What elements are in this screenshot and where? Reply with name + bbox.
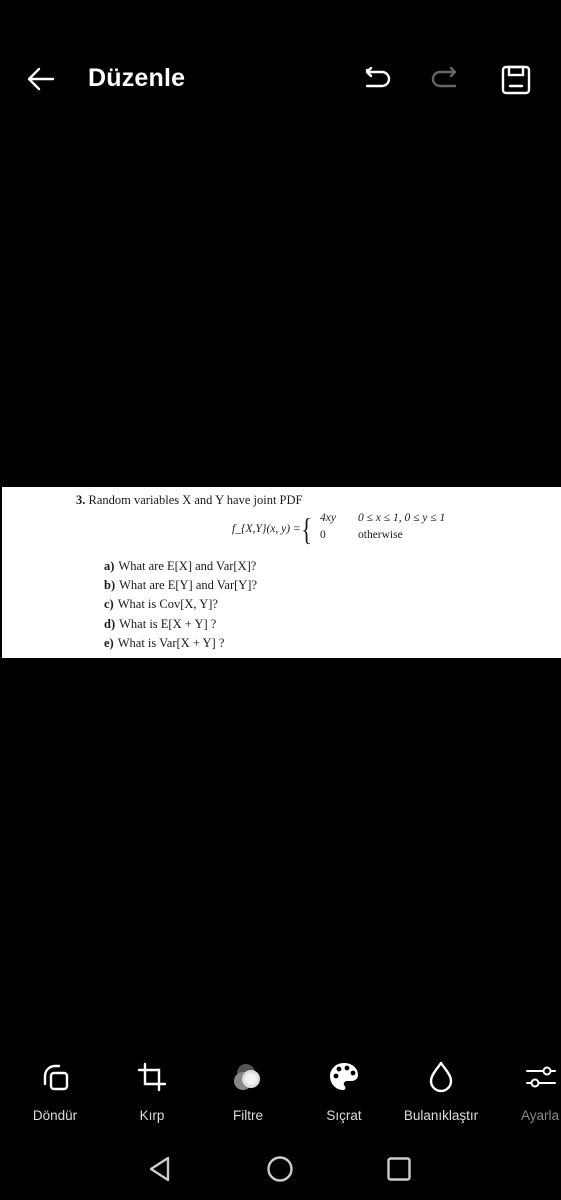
tool-rotate[interactable]: Döndür [25, 1060, 85, 1123]
question-list: a) What are E[X] and Var[X]? b) What are E… [104, 559, 257, 655]
save-button[interactable] [500, 64, 532, 96]
formula-lhs: f_{X,Y}(x, y) = [232, 523, 301, 535]
nav-home-button[interactable] [263, 1152, 297, 1186]
tool-label: Sıçrat [326, 1108, 362, 1123]
question-item: b) What are E[Y] and Var[Y]? [104, 578, 257, 597]
nav-recents-icon [387, 1157, 411, 1181]
tool-label: Filtre [233, 1108, 263, 1123]
adjust-sliders-icon [526, 1066, 556, 1088]
case2-value: 0 [320, 529, 326, 541]
problem-heading: 3. Random variables X and Y have joint P… [76, 493, 302, 508]
top-app-bar: Düzenle [0, 50, 561, 110]
save-icon [501, 65, 531, 95]
nav-home-icon [267, 1156, 293, 1182]
case1-value: 4xy [320, 512, 336, 524]
tool-label: Ayarla [520, 1108, 560, 1123]
question-item: a) What are E[X] and Var[X]? [104, 559, 257, 578]
problem-number: 3. [76, 493, 86, 507]
nav-back-icon [149, 1156, 170, 1182]
tool-adjust[interactable]: Ayarla [510, 1060, 561, 1123]
back-button[interactable] [26, 64, 56, 94]
case1-condition: 0 ≤ x ≤ 1, 0 ≤ y ≤ 1 [358, 512, 446, 524]
question-text: What is Cov[X, Y]? [117, 597, 218, 612]
tool-splash[interactable]: Sıçrat [314, 1060, 374, 1123]
formula-brace: { [301, 511, 313, 547]
question-label: e) [104, 635, 114, 650]
problem-intro: Random variables X and Y have joint PDF [88, 493, 303, 507]
arrow-left-icon [27, 67, 55, 91]
undo-icon [365, 66, 391, 88]
question-text: What is E[X + Y] ? [119, 616, 217, 631]
edited-photo[interactable]: 3. Random variables X and Y have joint P… [2, 487, 561, 658]
palette-icon [330, 1063, 358, 1090]
case2-condition: otherwise [358, 529, 403, 541]
question-item: c) What is Cov[X, Y]? [104, 597, 257, 616]
question-text: What are E[Y] and Var[Y]? [119, 578, 258, 593]
undo-button[interactable] [364, 65, 394, 95]
redo-button[interactable] [428, 65, 458, 95]
tool-label: Kırp [139, 1108, 165, 1123]
crop-icon [137, 1062, 167, 1092]
question-item: e) What is Var[X + Y] ? [104, 636, 257, 655]
tool-blur[interactable]: Bulanıklaştır [396, 1060, 486, 1123]
tool-filter[interactable]: Filtre [218, 1060, 278, 1123]
question-label: d) [104, 616, 116, 631]
edit-toolbar: Döndür Kırp Filtre Sıçrat Bulanıklaştır [0, 1060, 561, 1135]
tool-label: Bulanıklaştır [403, 1108, 479, 1123]
question-item: d) What is E[X + Y] ? [104, 617, 257, 636]
question-label: a) [104, 559, 115, 573]
question-text: What are E[X] and Var[X]? [118, 559, 257, 573]
redo-icon [431, 66, 457, 88]
tool-crop[interactable]: Kırp [122, 1060, 182, 1123]
filter-icon [234, 1064, 260, 1090]
page-title: Düzenle [88, 64, 186, 92]
blur-drop-icon [429, 1061, 453, 1093]
nav-recents-button[interactable] [382, 1152, 416, 1186]
question-text: What is Var[X + Y] ? [117, 635, 225, 650]
tool-label: Döndür [32, 1108, 78, 1123]
system-navigation-bar [0, 1150, 561, 1190]
nav-back-button[interactable] [143, 1152, 177, 1186]
question-label: b) [104, 578, 116, 593]
question-label: c) [104, 597, 114, 612]
rotate-icon [43, 1064, 69, 1091]
